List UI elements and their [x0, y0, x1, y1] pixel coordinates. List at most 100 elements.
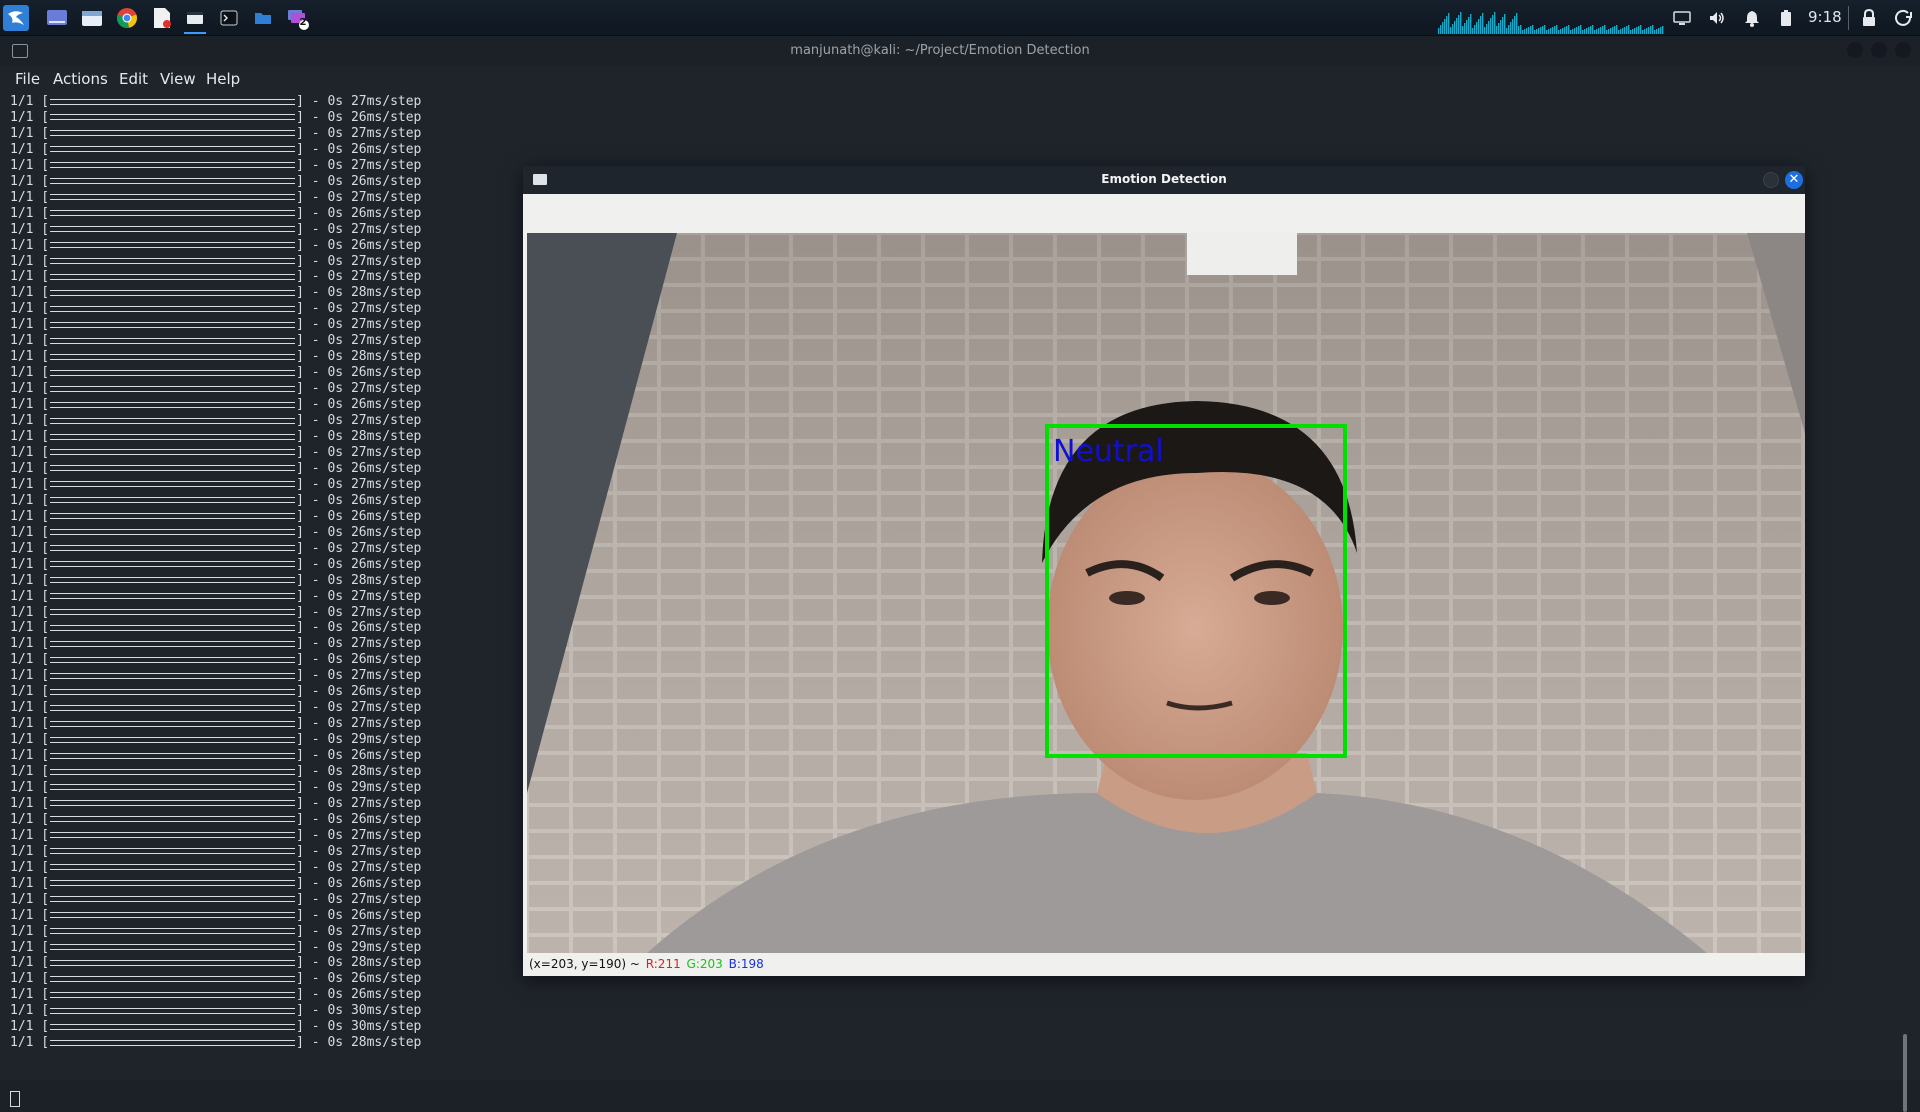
folder-icon[interactable]	[250, 5, 276, 31]
line-prefix: 1/1 [	[10, 301, 50, 317]
terminal-window-icon[interactable]	[182, 5, 208, 34]
terminal-line: 1/1 [] - 0s 26ms/step	[10, 174, 530, 190]
graph-bar	[1486, 24, 1488, 34]
step-time: 27ms/step	[350, 317, 422, 333]
graph-bar	[1564, 27, 1566, 34]
graph-bar	[1652, 25, 1654, 34]
text-editor-icon[interactable]	[149, 5, 175, 31]
graph-bar	[1562, 28, 1564, 34]
line-prefix: 1/1 [	[10, 173, 50, 189]
graph-bar	[1594, 30, 1596, 34]
line-prefix: 1/1 [	[10, 939, 50, 955]
menu-file[interactable]: File	[15, 70, 40, 88]
progress-bar	[50, 385, 296, 392]
camera-feed[interactable]: Neutral	[527, 233, 1805, 953]
terminal-line: 1/1 [] - 0s 27ms/step	[10, 333, 530, 349]
terminal-line: 1/1 [] - 0s 27ms/step	[10, 126, 530, 142]
line-prefix: 1/1 [	[10, 907, 50, 923]
progress-bar	[50, 656, 296, 663]
progress-bar	[50, 146, 296, 153]
emotion-label: Neutral	[1053, 434, 1164, 469]
progress-bar	[50, 1007, 296, 1014]
line-prefix: 1/1 [	[10, 237, 50, 253]
terminal-icon[interactable]	[216, 5, 242, 31]
terminal-line: 1/1 [] - 0s 26ms/step	[10, 365, 530, 381]
terminal-titlebar[interactable]: manjunath@kali: ~/Project/Emotion Detect…	[0, 36, 1920, 66]
progress-bar	[50, 449, 296, 456]
graph-bar	[1648, 27, 1650, 34]
terminal-output[interactable]: 1/1 [] - 0s 27ms/step 1/1 [] - 0s 26ms/st…	[10, 94, 530, 1051]
terminal-maximize-button[interactable]	[1871, 42, 1887, 58]
menu-edit[interactable]: Edit	[119, 70, 148, 88]
graph-bar	[1538, 28, 1540, 34]
terminal-line: 1/1 [] - 0s 26ms/step	[10, 238, 530, 254]
graph-bar	[1554, 26, 1556, 34]
pixel-status-bar: (x=203, y=190) ~ R:211 G:203 B:198	[527, 954, 1805, 974]
graph-bar	[1448, 13, 1450, 34]
graph-bar	[1576, 27, 1578, 34]
emotion-detection-window[interactable]: Emotion Detection ✕ Neutral (x=203, y=19…	[523, 166, 1805, 976]
line-middle: ] - 0s	[296, 716, 351, 732]
window-switcher-icon[interactable]: 2	[285, 5, 311, 31]
graph-bar	[1524, 29, 1526, 34]
terminal-scrollbar[interactable]	[1903, 1034, 1907, 1112]
graph-bar	[1558, 30, 1560, 34]
power-icon[interactable]	[1892, 6, 1916, 30]
graph-bar	[1638, 26, 1640, 34]
progress-bar	[50, 242, 296, 249]
line-prefix: 1/1 [	[10, 125, 50, 141]
graph-bar	[1620, 29, 1622, 34]
volume-icon[interactable]	[1705, 6, 1729, 30]
graph-bar	[1572, 29, 1574, 34]
progress-bar	[50, 864, 296, 871]
line-middle: ] - 0s	[296, 556, 351, 572]
emotion-window-close-button[interactable]: ✕	[1785, 171, 1803, 189]
step-time: 27ms/step	[350, 795, 422, 811]
line-middle: ] - 0s	[296, 795, 351, 811]
progress-bar	[50, 752, 296, 759]
menu-actions[interactable]: Actions	[53, 70, 108, 88]
line-middle: ] - 0s	[296, 907, 351, 923]
graph-bar	[1492, 15, 1494, 34]
emotion-window-titlebar[interactable]: Emotion Detection ✕	[523, 166, 1805, 194]
menu-help[interactable]: Help	[206, 70, 240, 88]
emotion-window-minimize-button[interactable]	[1763, 172, 1779, 188]
battery-icon[interactable]	[1774, 6, 1798, 30]
progress-bar	[50, 912, 296, 919]
kali-menu-icon[interactable]	[3, 5, 29, 31]
line-middle: ] - 0s	[296, 588, 351, 604]
progress-bar	[50, 369, 296, 376]
cpu-graph-widget[interactable]	[1438, 8, 1664, 34]
step-time: 27ms/step	[350, 221, 422, 237]
step-time: 28ms/step	[350, 285, 422, 301]
step-time: 27ms/step	[350, 636, 422, 652]
progress-bar	[50, 784, 296, 791]
line-middle: ] - 0s	[296, 301, 351, 317]
progress-bar	[50, 194, 296, 201]
network-icon[interactable]	[1670, 6, 1694, 30]
terminal-minimize-button[interactable]	[1847, 42, 1863, 58]
line-prefix: 1/1 [	[10, 588, 50, 604]
graph-bar	[1500, 20, 1502, 34]
graph-bar	[1520, 25, 1522, 34]
file-manager-icon[interactable]	[79, 5, 105, 31]
progress-bar	[50, 928, 296, 935]
chrome-icon[interactable]	[114, 5, 140, 31]
menu-view[interactable]: View	[160, 70, 196, 88]
terminal-line: 1/1 [] - 0s 26ms/step	[10, 493, 530, 509]
terminal-line: 1/1 [] - 0s 26ms/step	[10, 557, 530, 573]
notification-bell-icon[interactable]	[1740, 6, 1764, 30]
lock-icon[interactable]	[1857, 6, 1881, 30]
terminal-cursor	[10, 1091, 20, 1107]
step-time: 26ms/step	[350, 205, 422, 221]
progress-bar	[50, 529, 296, 536]
line-middle: ] - 0s	[296, 843, 351, 859]
graph-bar	[1546, 30, 1548, 34]
clock[interactable]: 9:18	[1808, 6, 1842, 28]
graph-bar	[1494, 12, 1496, 34]
line-prefix: 1/1 [	[10, 732, 50, 748]
emotion-window-toolbar	[527, 194, 1805, 232]
terminal-close-button[interactable]	[1895, 42, 1911, 58]
workspace-icon[interactable]	[44, 5, 70, 31]
line-prefix: 1/1 [	[10, 189, 50, 205]
